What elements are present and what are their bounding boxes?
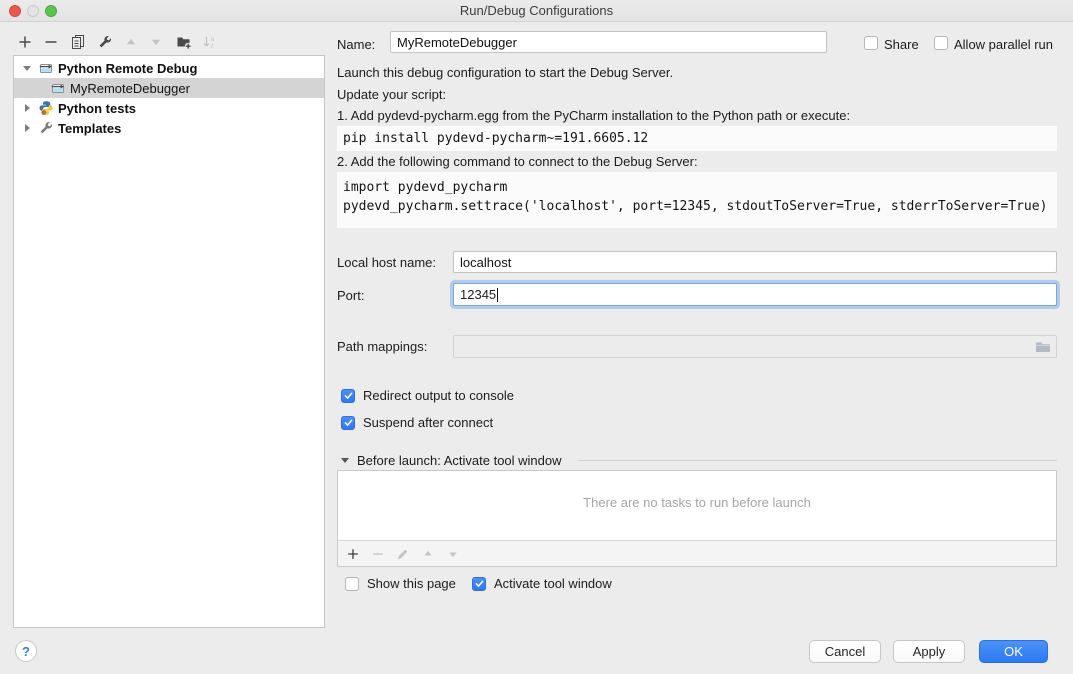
intro-line-1: Launch this debug configuration to start… — [337, 65, 673, 80]
sort-configurations-button: a z — [201, 33, 218, 50]
allow-parallel-run-checkbox[interactable] — [934, 36, 948, 50]
templates-wrench-icon — [38, 120, 54, 136]
empty-task-text: There are no tasks to run before launch — [338, 495, 1056, 510]
configurations-tree-panel: Python Remote Debug MyRemoteDebugger Pyt… — [13, 55, 325, 628]
chevron-right-icon[interactable] — [20, 104, 34, 112]
edit-task-pencil-icon — [396, 547, 410, 561]
copy-configuration-button[interactable] — [69, 33, 86, 50]
collapse-triangle-icon[interactable] — [341, 458, 349, 463]
share-checkbox[interactable] — [864, 36, 878, 50]
check-icon — [343, 390, 354, 401]
remove-configuration-button[interactable] — [42, 33, 59, 50]
code-line-1: import pydevd_pycharm — [343, 180, 507, 195]
remote-debug-icon — [38, 60, 54, 76]
tree-item-python-remote-debug[interactable]: Python Remote Debug — [14, 58, 324, 78]
sort-az-icon: a z — [202, 34, 218, 50]
tree-item-label: MyRemoteDebugger — [70, 81, 190, 96]
arrow-down-icon — [148, 34, 164, 50]
chevron-right-icon[interactable] — [20, 124, 34, 132]
allow-parallel-run-label: Allow parallel run — [954, 37, 1053, 52]
folder-plus-icon — [176, 34, 192, 50]
redirect-output-label: Redirect output to console — [363, 388, 514, 403]
suspend-after-connect-checkbox[interactable] — [341, 416, 355, 430]
wrench-icon — [97, 34, 113, 50]
name-label: Name: — [337, 37, 375, 52]
path-mappings-label: Path mappings: — [337, 339, 427, 354]
remote-debug-icon — [50, 80, 66, 96]
edit-templates-button[interactable] — [96, 33, 113, 50]
path-mappings-input[interactable] — [453, 335, 1057, 358]
before-launch-header: Before launch: Activate tool window — [357, 453, 562, 468]
folder-icon — [1035, 339, 1051, 355]
add-task-icon[interactable] — [346, 547, 360, 561]
chevron-down-icon[interactable] — [20, 66, 34, 71]
header-rule — [578, 460, 1057, 461]
browse-path-mappings-button[interactable] — [1035, 339, 1051, 355]
svg-text:z: z — [210, 42, 213, 49]
text-caret — [497, 288, 498, 302]
task-list-toolbar — [338, 540, 1056, 566]
tree-item-label: Python tests — [58, 101, 136, 116]
pip-install-code: pip install pydevd-pycharm~=191.6605.12 — [337, 126, 1057, 151]
port-input[interactable]: 12345 — [453, 283, 1057, 306]
intro-line-2: Update your script: — [337, 87, 446, 102]
tree-item-label: Templates — [58, 121, 121, 136]
cancel-button[interactable]: Cancel — [809, 640, 881, 663]
remove-task-icon — [371, 547, 385, 561]
activate-tool-window-label: Activate tool window — [494, 576, 612, 591]
ok-button[interactable]: OK — [979, 640, 1048, 663]
add-configuration-button[interactable] — [16, 33, 33, 50]
tree-item-python-tests[interactable]: Python tests — [14, 98, 324, 118]
before-launch-task-list[interactable]: There are no tasks to run before launch — [337, 470, 1057, 567]
suspend-after-connect-label: Suspend after connect — [363, 415, 493, 430]
move-task-down-icon — [446, 547, 460, 561]
question-mark-icon: ? — [22, 644, 30, 659]
activate-tool-window-checkbox[interactable] — [472, 577, 486, 591]
settrace-code: import pydevd_pycharm pydevd_pycharm.set… — [337, 172, 1057, 228]
tree-item-templates[interactable]: Templates — [14, 118, 324, 138]
move-down-button — [147, 33, 164, 50]
check-icon — [474, 578, 485, 589]
plus-icon — [17, 34, 33, 50]
step-2-text: 2. Add the following command to connect … — [337, 154, 698, 169]
redirect-output-checkbox[interactable] — [341, 389, 355, 403]
local-host-name-input[interactable] — [453, 251, 1057, 273]
tree-item-myremotedebugger[interactable]: MyRemoteDebugger — [14, 78, 324, 98]
port-label: Port: — [337, 288, 364, 303]
move-up-button — [122, 33, 139, 50]
tree-item-label: Python Remote Debug — [58, 61, 197, 76]
move-task-up-icon — [421, 547, 435, 561]
copy-icon — [70, 34, 86, 50]
apply-button[interactable]: Apply — [893, 640, 965, 663]
python-tests-icon — [38, 100, 54, 116]
show-this-page-label: Show this page — [367, 576, 456, 591]
create-folder-button[interactable] — [175, 33, 192, 50]
check-icon — [343, 417, 354, 428]
name-input[interactable] — [390, 31, 827, 53]
show-this-page-checkbox[interactable] — [345, 577, 359, 591]
port-value: 12345 — [460, 284, 496, 305]
code-line-2: pydevd_pycharm.settrace('localhost', por… — [343, 199, 1047, 214]
arrow-up-icon — [123, 34, 139, 50]
share-label: Share — [884, 37, 919, 52]
local-host-name-label: Local host name: — [337, 255, 436, 270]
minus-icon — [43, 34, 59, 50]
help-button[interactable]: ? — [15, 640, 37, 662]
step-1-text: 1. Add pydevd-pycharm.egg from the PyCha… — [337, 108, 850, 123]
